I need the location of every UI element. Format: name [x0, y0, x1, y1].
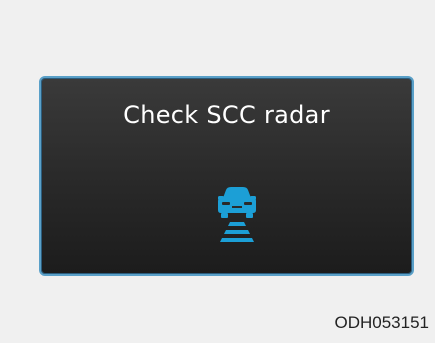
scc-radar-car-icon [218, 187, 256, 242]
cluster-display: Check SCC radar [39, 76, 414, 276]
warning-message: Check SCC radar [123, 101, 330, 129]
figure-code: ODH053151 [334, 313, 429, 332]
